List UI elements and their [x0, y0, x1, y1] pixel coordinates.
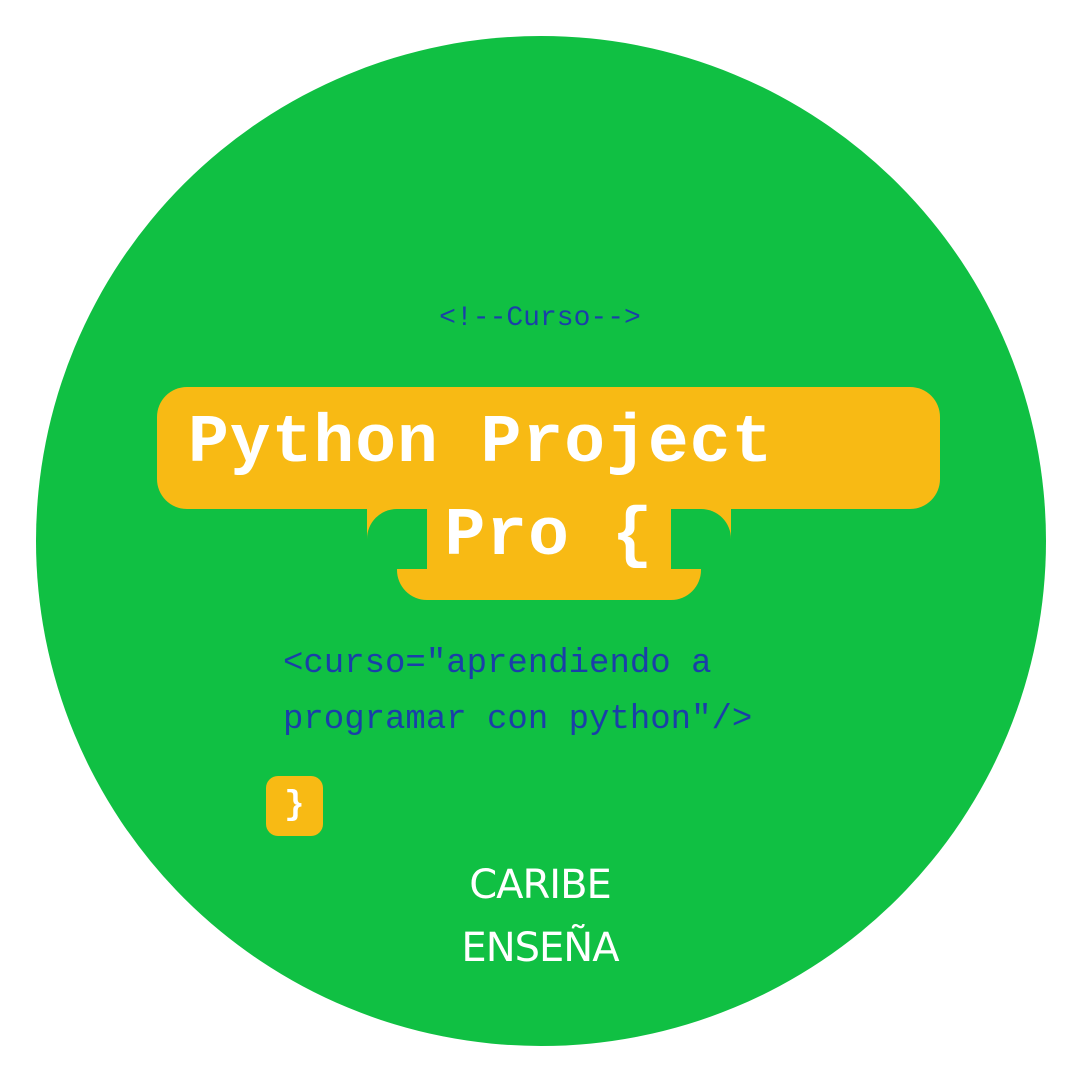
logo-canvas: <!--Curso--> Python Project Pro { <curso…	[0, 0, 1080, 1080]
title-line-1: Python Project	[188, 405, 774, 482]
code-line-2: programar con python"/>	[283, 701, 753, 739]
closing-brace-badge: }	[266, 776, 323, 836]
brand-line-1: CARIBE	[469, 862, 612, 908]
closing-brace-text: }	[284, 787, 305, 825]
course-comment-label: <!--Curso-->	[439, 303, 641, 334]
title-line-2: Pro {	[444, 498, 654, 575]
code-line-1: <curso="aprendiendo a	[283, 645, 712, 683]
brand-line-2: ENSEÑA	[461, 925, 619, 971]
